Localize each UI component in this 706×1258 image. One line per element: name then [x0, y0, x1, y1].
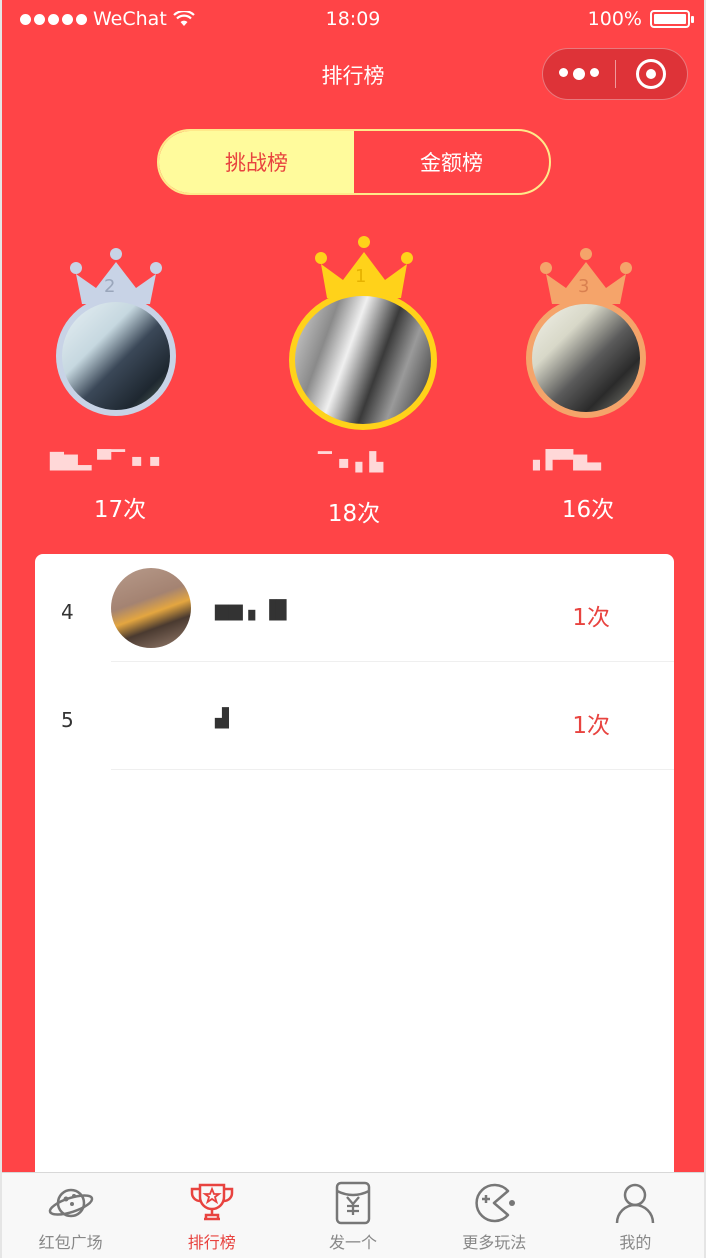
- planet-icon: [48, 1188, 93, 1218]
- row-divider: [111, 769, 674, 770]
- ranking-tabs: 挑战榜 金额榜: [157, 129, 551, 195]
- ranking-list: 4 ▆▆ ▖▐▊ 1次 5 ▟ 1次: [35, 554, 674, 1194]
- list-count: 1次: [572, 713, 610, 739]
- tabbar-label: 排行榜: [187, 1233, 236, 1252]
- battery-percent: 100%: [587, 8, 642, 30]
- list-item[interactable]: 4 ▆▆ ▖▐▊ 1次: [35, 554, 674, 662]
- list-item[interactable]: 5 ▟ 1次: [35, 662, 674, 770]
- more-dots-icon-right: [589, 68, 599, 77]
- rank-3-count: 16次: [561, 497, 615, 523]
- tabbar-item-send[interactable]: 发一个: [282, 1173, 423, 1258]
- more-button[interactable]: [543, 68, 615, 80]
- list-name: ▆▆ ▖▐▊: [215, 600, 290, 621]
- rank-1-name: ▔ ▪ ▖▙: [318, 452, 384, 473]
- battery-icon: [650, 10, 694, 28]
- tab-challenge[interactable]: 挑战榜: [159, 131, 354, 193]
- battery-status: 100%: [587, 8, 694, 30]
- tabbar-item-mine[interactable]: 我的: [565, 1173, 706, 1258]
- status-bar: WeChat 18:09 100%: [0, 0, 706, 40]
- avatar-rank-2[interactable]: [56, 296, 176, 416]
- user-icon: [616, 1183, 655, 1224]
- list-name: ▟: [215, 708, 229, 729]
- tabbar-item-ranking[interactable]: 排行榜: [141, 1173, 282, 1258]
- avatar-rank-3[interactable]: [526, 298, 646, 418]
- avatar-rank-1[interactable]: [289, 290, 437, 430]
- more-dots-icon: [558, 68, 568, 77]
- close-circle-icon: [636, 59, 667, 89]
- rank-2-count: 17次: [93, 497, 147, 523]
- list-rank: 5: [61, 708, 74, 732]
- rank-3-name: ▗ ▛▀▆▃: [526, 450, 601, 471]
- tabbar-label: 我的: [619, 1233, 652, 1252]
- bottom-tab-bar: 红包广场 排行榜 发一个 更多玩法 我的: [0, 1172, 706, 1258]
- rank-1-count: 18次: [327, 501, 381, 527]
- list-count: 1次: [572, 605, 610, 631]
- tabbar-label: 发一个: [329, 1233, 378, 1252]
- trophy-icon: [190, 1183, 234, 1221]
- tabbar-item-square[interactable]: 红包广场: [0, 1173, 141, 1258]
- tabbar-label: 红包广场: [38, 1233, 103, 1252]
- tabbar-label: 更多玩法: [462, 1233, 527, 1252]
- rank-3-number: 3: [578, 276, 590, 297]
- game-icon: [475, 1183, 516, 1223]
- red-packet-icon: [335, 1181, 371, 1225]
- avatar[interactable]: [111, 568, 191, 648]
- close-button[interactable]: [616, 59, 688, 89]
- miniprogram-capsule: [542, 48, 688, 100]
- list-rank: 4: [61, 600, 74, 624]
- rank-2-number: 2: [104, 276, 116, 297]
- rank-2-name: ▇▆▂ ▀▔ ▪ ▪: [50, 450, 161, 471]
- rank-1-number-label: 1: [355, 266, 367, 287]
- tabbar-item-more-games[interactable]: 更多玩法: [424, 1173, 565, 1258]
- nav-bar: 排行榜: [0, 40, 706, 110]
- tab-amount[interactable]: 金额榜: [354, 131, 549, 193]
- more-dots-icon-center: [572, 68, 585, 80]
